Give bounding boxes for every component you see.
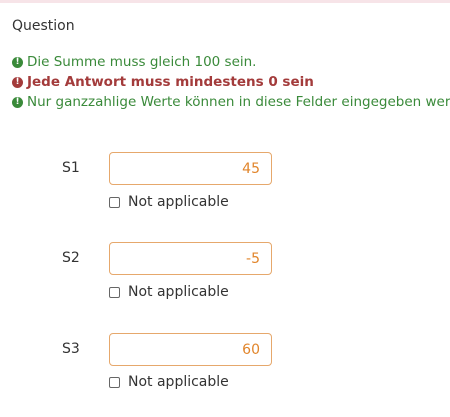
row-label-s1: S1 <box>62 160 80 176</box>
s1-not-applicable-label: Not applicable <box>128 194 229 210</box>
s3-input[interactable] <box>109 333 272 366</box>
tip-sum: ! Die Summe muss gleich 100 sein. <box>12 52 450 72</box>
top-border <box>0 0 450 3</box>
question-title: Question <box>12 18 75 34</box>
exclamation-circle-icon: ! <box>12 76 23 88</box>
s2-input[interactable] <box>109 242 272 275</box>
validation-tips: ! Die Summe muss gleich 100 sein. ! Jede… <box>12 52 450 112</box>
s3-not-applicable-label: Not applicable <box>128 374 229 390</box>
s1-input[interactable] <box>109 152 272 185</box>
tip-min: ! Jede Antwort muss mindestens 0 sein <box>12 72 450 92</box>
s2-not-applicable[interactable]: Not applicable <box>109 284 229 300</box>
s2-not-applicable-checkbox[interactable] <box>109 286 120 298</box>
tip-sum-text: Die Summe muss gleich 100 sein. <box>27 54 257 70</box>
tip-min-text: Jede Antwort muss mindestens 0 sein <box>27 74 314 90</box>
s2-not-applicable-label: Not applicable <box>128 284 229 300</box>
s3-not-applicable-checkbox[interactable] <box>109 376 120 388</box>
exclamation-circle-icon: ! <box>12 96 23 108</box>
tip-integer-text: Nur ganzzahlige Werte können in diese Fe… <box>27 94 450 110</box>
tip-integer: ! Nur ganzzahlige Werte können in diese … <box>12 92 450 112</box>
s1-not-applicable[interactable]: Not applicable <box>109 194 229 210</box>
s1-not-applicable-checkbox[interactable] <box>109 196 120 208</box>
row-label-s2: S2 <box>62 250 80 266</box>
row-label-s3: S3 <box>62 341 80 357</box>
exclamation-circle-icon: ! <box>12 56 23 68</box>
s3-not-applicable[interactable]: Not applicable <box>109 374 229 390</box>
